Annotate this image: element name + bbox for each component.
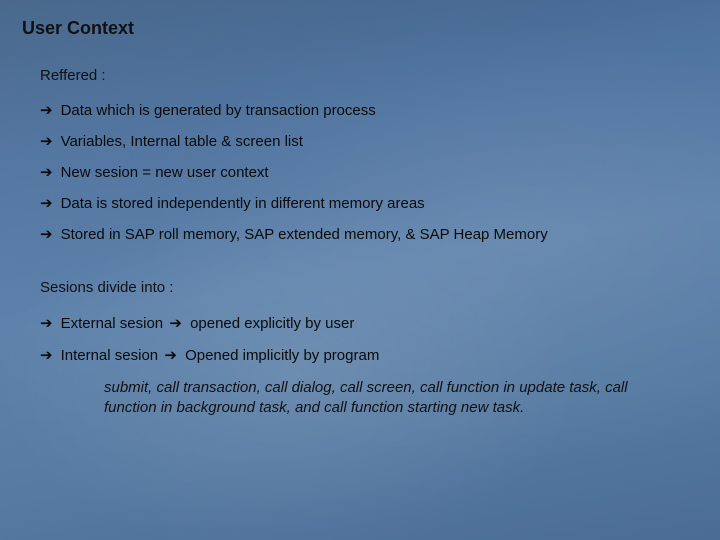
- arrow-icon: ➔: [40, 348, 53, 363]
- arrow-icon: ➔: [40, 103, 53, 118]
- section-sesions: Sesions divide into : ➔ External sesion …: [40, 279, 698, 364]
- list-item: ➔ Stored in SAP roll memory, SAP extende…: [40, 226, 698, 243]
- arrow-icon: ➔: [40, 316, 53, 331]
- arrow-icon: ➔: [40, 196, 53, 211]
- list-item-text: Data is stored independently in differen…: [61, 195, 425, 212]
- list-item-text: Stored in SAP roll memory, SAP extended …: [61, 226, 548, 243]
- list-item-compound: Internal sesion ➔ Opened implicitly by p…: [61, 346, 380, 364]
- section-reffered: Reffered : ➔ Data which is generated by …: [40, 67, 698, 243]
- page-title: User Context: [22, 18, 698, 39]
- list-item: ➔ Data which is generated by transaction…: [40, 102, 698, 119]
- list-item-right: Opened implicitly by program: [185, 347, 379, 364]
- list-item-left: External sesion: [61, 315, 164, 332]
- italic-note: submit, call transaction, call dialog, c…: [104, 378, 670, 419]
- list-item: ➔ New sesion = new user context: [40, 164, 698, 181]
- arrow-icon: ➔: [162, 347, 181, 364]
- arrow-icon: ➔: [167, 315, 186, 332]
- list-item-left: Internal sesion: [61, 347, 159, 364]
- list-item: ➔ Variables, Internal table & screen lis…: [40, 133, 698, 150]
- list-item-text: Data which is generated by transaction p…: [61, 102, 376, 119]
- slide: User Context Reffered : ➔ Data which is …: [0, 0, 720, 540]
- section-heading-2: Sesions divide into :: [40, 279, 698, 296]
- list-item-compound: External sesion ➔ opened explicitly by u…: [61, 314, 355, 332]
- list-item: ➔ Data is stored independently in differ…: [40, 195, 698, 212]
- list-item-right: opened explicitly by user: [190, 315, 354, 332]
- arrow-icon: ➔: [40, 165, 53, 180]
- section-heading-1: Reffered :: [40, 67, 698, 84]
- spacer: [22, 257, 698, 279]
- list-item: ➔ External sesion ➔ opened explicitly by…: [40, 314, 698, 332]
- list-item-text: Variables, Internal table & screen list: [61, 133, 303, 150]
- arrow-icon: ➔: [40, 227, 53, 242]
- arrow-icon: ➔: [40, 134, 53, 149]
- list-item: ➔ Internal sesion ➔ Opened implicitly by…: [40, 346, 698, 364]
- list-item-text: New sesion = new user context: [61, 164, 269, 181]
